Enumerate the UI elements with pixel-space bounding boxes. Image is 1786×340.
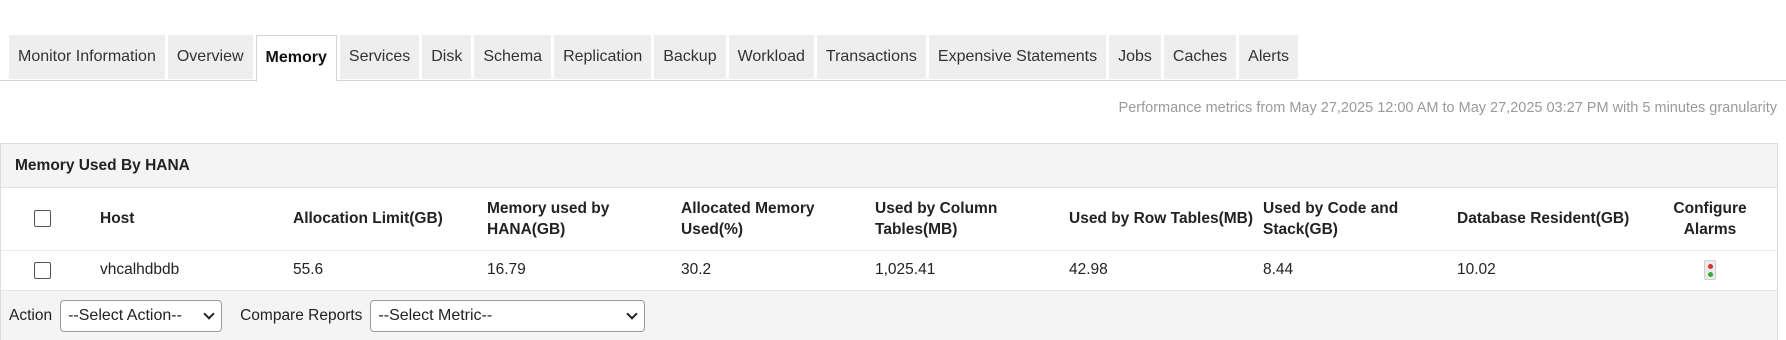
memory-panel: Memory Used By HANA Host Allocation Limi… [0,143,1778,340]
cell-allocation-limit: 55.6 [293,249,487,290]
select-all-cell [1,188,100,250]
cell-column-tables: 1,025.41 [875,249,1069,290]
row-checkbox[interactable] [34,261,51,279]
action-label: Action [9,306,53,324]
tab-bar: Monitor Information Overview Memory Serv… [0,0,1786,82]
tab-replication[interactable]: Replication [554,35,652,79]
chevron-down-icon [626,307,639,320]
chevron-down-icon [203,307,215,320]
compare-reports-label: Compare Reports [240,306,363,324]
tab-memory[interactable]: Memory [255,35,337,82]
panel-title: Memory Used By HANA [1,144,1777,188]
tab-disk[interactable]: Disk [422,35,472,79]
cell-db-resident: 10.02 [1457,249,1651,290]
col-db-resident[interactable]: Database Resident(GB) [1457,188,1651,250]
cell-allocated-pct: 30.2 [681,249,875,290]
table-row: vhcalhdbdb 55.6 16.79 30.2 1,025.41 42.9… [1,249,1777,290]
tab-schema[interactable]: Schema [474,35,552,79]
cell-memory-used: 16.79 [487,249,681,290]
performance-metrics-range: Performance metrics from May 27,2025 12:… [1118,100,1777,116]
compare-select-value: --Select Metric-- [378,306,493,324]
col-code-stack[interactable]: Used by Code and Stack(GB) [1263,188,1457,250]
select-all-checkbox[interactable] [34,210,51,228]
row-select-cell [1,249,100,290]
cell-row-tables: 42.98 [1069,249,1263,290]
col-allocation-limit[interactable]: Allocation Limit(GB) [293,188,487,250]
action-select-value: --Select Action-- [68,306,182,324]
tabs: Monitor Information Overview Memory Serv… [9,35,1301,82]
tab-monitor-information[interactable]: Monitor Information [9,35,165,79]
tab-transactions[interactable]: Transactions [816,35,926,79]
tab-caches[interactable]: Caches [1163,35,1237,79]
compare-metric-select[interactable]: --Select Metric-- [370,299,646,332]
cell-host: vhcalhdbdb [100,249,293,290]
tab-alerts[interactable]: Alerts [1239,35,1299,79]
panel-controls: Action --Select Action-- Compare Reports… [1,290,1777,340]
col-host[interactable]: Host [100,188,293,250]
cell-configure-alarms [1651,249,1777,290]
cell-code-stack: 8.44 [1263,249,1457,290]
col-column-tables[interactable]: Used by Column Tables(MB) [875,188,1069,250]
tab-backup[interactable]: Backup [654,35,726,79]
tab-jobs[interactable]: Jobs [1109,35,1161,79]
tab-expensive-statements[interactable]: Expensive Statements [928,35,1107,79]
col-configure-alarms: Configure Alarms [1673,199,1747,238]
tab-workload[interactable]: Workload [728,35,814,79]
col-memory-used[interactable]: Memory used by HANA(GB) [487,188,681,250]
col-allocated-pct[interactable]: Allocated Memory Used(%) [681,188,875,250]
col-row-tables[interactable]: Used by Row Tables(MB) [1069,188,1263,250]
tab-services[interactable]: Services [339,35,420,79]
traffic-light-icon[interactable] [1704,260,1716,281]
table-header-row: Host Allocation Limit(GB) Memory used by… [1,188,1777,250]
tab-overview[interactable]: Overview [167,35,253,79]
action-select[interactable]: --Select Action-- [60,299,223,332]
memory-table: Host Allocation Limit(GB) Memory used by… [1,188,1777,290]
